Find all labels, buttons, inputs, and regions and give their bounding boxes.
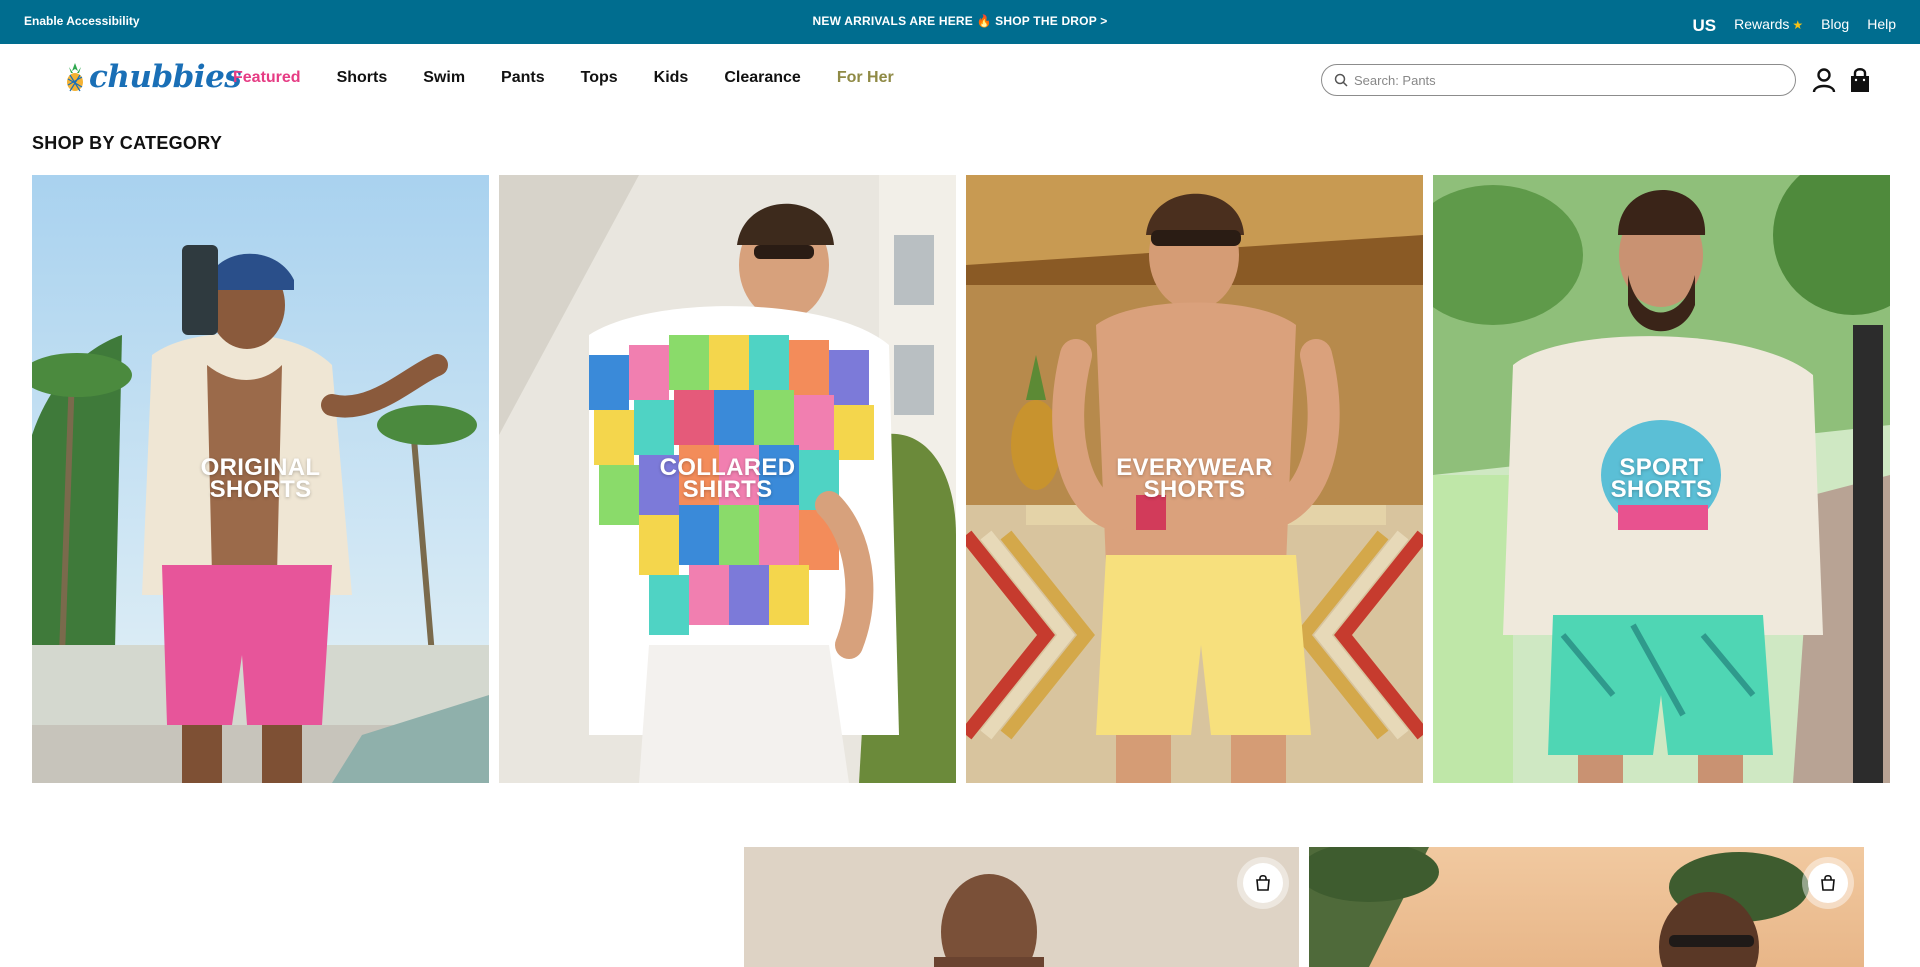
star-icon: ★ — [1792, 18, 1804, 32]
tile-label: EVERYWEAR SHORTS — [1116, 454, 1273, 503]
product-image — [1309, 847, 1864, 967]
help-link[interactable]: Help — [1867, 16, 1896, 32]
account-icon[interactable] — [1810, 66, 1838, 94]
search-icon — [1334, 73, 1348, 87]
main-nav: Featured Shorts Swim Pants Tops Kids Cle… — [233, 69, 930, 87]
tile-label: ORIGINAL SHORTS — [200, 454, 321, 503]
category-tile-original-shorts[interactable]: ORIGINAL SHORTS — [32, 175, 489, 783]
utility-links: US Rewards ★ Blog Help — [1693, 12, 1896, 36]
rewards-link[interactable]: Rewards ★ — [1734, 16, 1803, 32]
section-title: SHOP BY CATEGORY — [32, 133, 223, 153]
blog-link[interactable]: Blog — [1821, 16, 1849, 32]
add-to-bag-icon — [1256, 874, 1270, 891]
add-to-bag-button[interactable] — [1243, 863, 1283, 903]
nav-item-tops[interactable]: Tops — [581, 69, 618, 87]
add-to-bag-button[interactable] — [1808, 863, 1848, 903]
product-card[interactable] — [1309, 847, 1864, 967]
nav-item-for-her[interactable]: For Her — [837, 69, 894, 87]
category-tile-everywear-shorts[interactable]: EVERYWEAR SHORTS — [966, 175, 1423, 783]
site-header: chubbies Featured Shorts Swim Pants Tops… — [0, 44, 1920, 114]
promo-link[interactable]: NEW ARRIVALS ARE HERE 🔥 SHOP THE DROP > — [0, 14, 1920, 28]
search-input[interactable] — [1354, 72, 1774, 88]
search-bar[interactable] — [1321, 64, 1796, 96]
pineapple-logo-icon — [67, 63, 83, 92]
product-card[interactable] — [744, 847, 1299, 967]
tile-label: SPORT SHORTS — [1610, 454, 1713, 503]
add-to-bag-icon — [1821, 874, 1835, 891]
product-image — [744, 847, 1299, 967]
nav-item-clearance[interactable]: Clearance — [724, 69, 801, 87]
region-selector[interactable]: US — [1693, 16, 1717, 36]
announcement-bar: Enable Accessibility NEW ARRIVALS ARE HE… — [0, 0, 1920, 44]
cart-icon[interactable] — [1846, 66, 1874, 94]
rewards-label: Rewards — [1734, 16, 1790, 32]
nav-item-kids[interactable]: Kids — [654, 69, 689, 87]
nav-item-featured[interactable]: Featured — [233, 69, 301, 87]
nav-item-shorts[interactable]: Shorts — [337, 69, 388, 87]
logo-wordmark: chubbies — [89, 59, 242, 95]
logo[interactable]: chubbies — [63, 59, 242, 95]
nav-item-swim[interactable]: Swim — [423, 69, 465, 87]
tile-label: COLLARED SHIRTS — [659, 454, 796, 503]
category-tile-collared-shirts[interactable]: COLLARED SHIRTS — [499, 175, 956, 783]
nav-item-pants[interactable]: Pants — [501, 69, 545, 87]
category-tile-sport-shorts[interactable]: SPORT SHORTS — [1433, 175, 1890, 783]
